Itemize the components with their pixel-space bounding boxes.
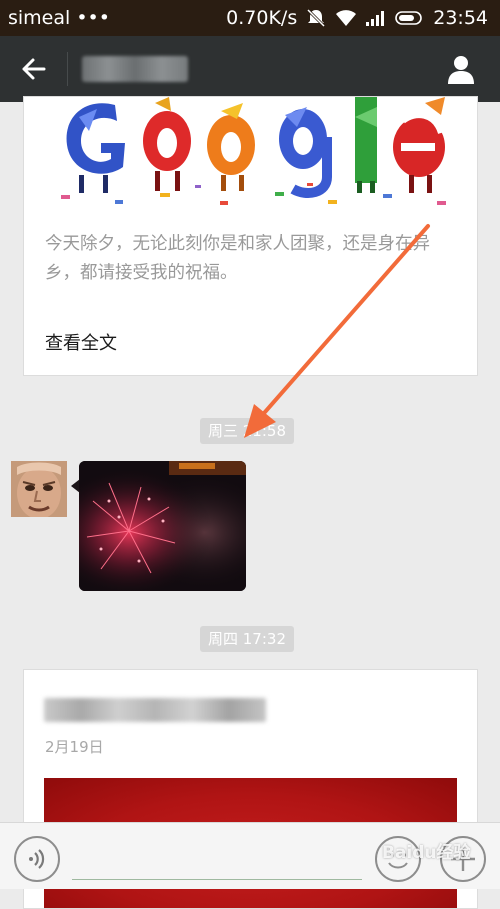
message-input[interactable] xyxy=(72,879,362,880)
image-message[interactable] xyxy=(79,461,246,591)
carrier-label: simeal ••• xyxy=(8,7,110,29)
article-date: 2月19日 xyxy=(45,738,104,756)
avatar[interactable] xyxy=(11,461,67,517)
header-divider xyxy=(67,52,68,86)
watermark: Baidu经验 xyxy=(382,843,471,863)
article-summary: 今天除夕，无论此刻你是和家人团聚，还是身在异乡，都请接受我的祝福。 xyxy=(45,234,430,283)
arrow-left-icon[interactable] xyxy=(18,53,50,85)
mute-icon xyxy=(307,8,326,28)
read-more-link[interactable]: 查看全文 xyxy=(45,329,117,355)
article-title-blurred xyxy=(44,698,266,722)
person-icon[interactable] xyxy=(444,52,478,86)
face-avatar-image xyxy=(11,461,67,517)
status-bar: simeal ••• 0.70K/s 23:54 xyxy=(0,0,500,36)
voice-button[interactable] xyxy=(14,836,60,882)
signal-icon xyxy=(366,11,385,26)
wifi-icon xyxy=(336,10,357,26)
voice-wave-icon xyxy=(29,849,45,869)
fireworks-photo xyxy=(79,461,246,591)
timestamp-badge: 周三 21:58 xyxy=(200,418,294,444)
chat-title-blurred xyxy=(82,56,188,82)
battery-icon xyxy=(395,11,423,25)
clock: 23:54 xyxy=(433,7,488,29)
network-speed: 0.70K/s xyxy=(226,7,298,29)
google-doodle-image xyxy=(45,97,457,209)
article-card[interactable]: 今天除夕，无论此刻你是和家人团聚，还是身在异乡，都请接受我的祝福。 查看全文 xyxy=(23,96,478,376)
timestamp-badge: 周四 17:32 xyxy=(200,626,294,652)
chat-header xyxy=(0,36,500,102)
